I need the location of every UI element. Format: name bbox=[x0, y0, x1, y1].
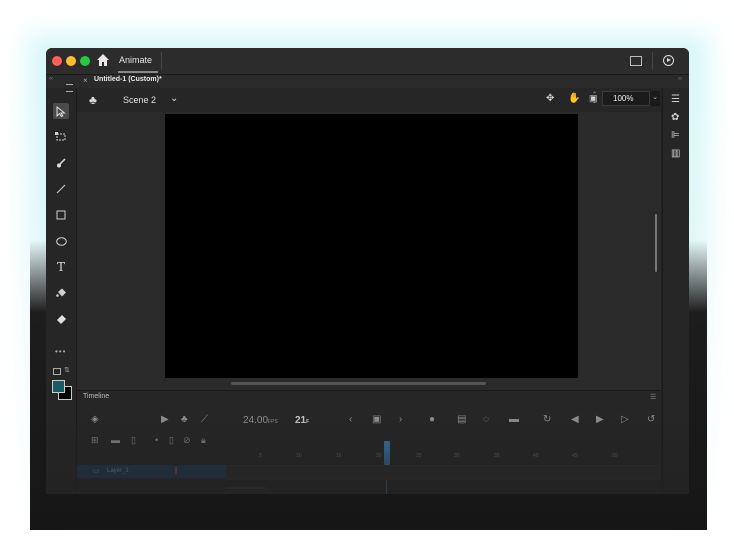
hide-icon[interactable]: ⊘ bbox=[183, 435, 191, 446]
default-colors-icon[interactable] bbox=[53, 368, 61, 375]
more-tools-icon[interactable]: ••• bbox=[55, 347, 66, 356]
oval-icon[interactable] bbox=[53, 233, 69, 249]
stage-canvas[interactable] bbox=[165, 114, 578, 378]
timeline-menu-icon[interactable]: ☰ bbox=[650, 393, 656, 401]
title-bar: Animate bbox=[46, 48, 689, 75]
layer-frames[interactable] bbox=[226, 465, 661, 480]
folder-icon[interactable]: ▬ bbox=[111, 435, 120, 445]
free-transform-icon[interactable] bbox=[53, 129, 69, 145]
ruler-tick: 30 bbox=[454, 453, 460, 459]
layer-row[interactable]: ▭ Layer_1 bbox=[77, 465, 226, 478]
scene-dropdown-icon[interactable]: ⌄ bbox=[170, 93, 178, 104]
camera-icon[interactable]: ▶ bbox=[161, 414, 169, 425]
layer-name[interactable]: Layer_1 bbox=[107, 468, 129, 474]
current-frame-readout[interactable]: 21F bbox=[295, 415, 309, 426]
collapse-right-icon[interactable]: ›› bbox=[678, 76, 682, 82]
eraser-icon[interactable] bbox=[53, 311, 69, 327]
edit-multiple-icon[interactable]: ▤ bbox=[457, 414, 466, 425]
prev-frame-icon[interactable]: ‹ bbox=[349, 414, 352, 425]
ruler-tick: 20 bbox=[376, 453, 382, 459]
play-icon[interactable]: ▶ bbox=[596, 414, 604, 425]
layer-pencil-marker bbox=[175, 467, 177, 474]
playhead[interactable] bbox=[384, 441, 390, 465]
frame-ruler[interactable]: 5 10 15 20 25 30 35 40 45 50 bbox=[226, 451, 661, 463]
ruler-tick: 45 bbox=[572, 453, 578, 459]
properties-icon[interactable]: ☰ bbox=[671, 94, 680, 105]
rotation-hand-icon[interactable]: ✋ bbox=[568, 93, 580, 104]
loop-icon[interactable]: ↻ bbox=[543, 414, 551, 425]
timeline-title[interactable]: Timeline bbox=[83, 393, 109, 400]
zoom-stepper-icon[interactable]: ⌃ ⌄ bbox=[592, 92, 597, 106]
next-frame-icon[interactable]: › bbox=[399, 414, 402, 425]
keyframe-icon[interactable]: ▣ bbox=[372, 414, 381, 425]
highlight-icon[interactable]: • bbox=[155, 435, 158, 445]
scene-label[interactable]: Scene 2 bbox=[123, 95, 156, 105]
title-separator-2 bbox=[652, 52, 653, 70]
ruler-tick: 10 bbox=[296, 453, 302, 459]
text-icon[interactable]: T bbox=[53, 259, 69, 275]
step-forward-icon[interactable]: ▷ bbox=[621, 414, 629, 425]
tools-menu-icon[interactable] bbox=[66, 84, 73, 92]
horizontal-scrollbar[interactable] bbox=[231, 382, 486, 385]
tween-icon[interactable]: ◌ bbox=[483, 414, 489, 425]
swap-colors-icon[interactable]: ⇅ bbox=[64, 366, 70, 374]
line-icon[interactable] bbox=[53, 181, 69, 197]
ruler-tick: 5 bbox=[259, 453, 262, 459]
ruler-tick: 35 bbox=[494, 453, 500, 459]
align-icon[interactable]: ⊫ bbox=[671, 130, 680, 141]
home-icon[interactable] bbox=[96, 53, 110, 67]
document-tab[interactable]: Untitled-1 (Custom)* bbox=[94, 76, 162, 83]
layer-parenting-icon[interactable]: ♣ bbox=[181, 414, 188, 425]
fps-readout[interactable]: 24.00FPS bbox=[243, 415, 278, 426]
lock-icon[interactable]: 🔒︎ bbox=[201, 435, 206, 446]
minimize-window-button[interactable] bbox=[66, 56, 76, 66]
brush-icon[interactable] bbox=[53, 155, 69, 171]
zoom-input[interactable]: 100% bbox=[602, 91, 650, 106]
animate-window: Animate ‹‹ × Untitled-1 (Custom)* ›› T •… bbox=[46, 48, 689, 494]
app-title-underline bbox=[118, 71, 158, 73]
layer-icon: ▭ bbox=[93, 468, 100, 475]
vertical-scrollbar[interactable] bbox=[655, 214, 657, 272]
graph-icon[interactable]: ⟋ bbox=[201, 414, 208, 425]
ruler-tick: 50 bbox=[612, 453, 618, 459]
test-movie-icon[interactable] bbox=[663, 55, 674, 66]
paint-bucket-icon[interactable] bbox=[53, 285, 69, 301]
timeline-controls: ◈ ▶ ♣ ⟋ 24.00FPS 21F ‹ ▣ › ● ▤ ◌ ▬ ↻ ◀ ▶… bbox=[77, 405, 661, 433]
rectangle-icon[interactable] bbox=[53, 207, 69, 223]
ruler-tick: 25 bbox=[416, 453, 422, 459]
undo-icon[interactable]: ↺ bbox=[647, 414, 655, 425]
zoom-dropdown-icon[interactable]: ⌄ bbox=[650, 91, 660, 106]
add-layer-icon[interactable]: ⊞ bbox=[91, 435, 99, 446]
ruler-tick: 15 bbox=[336, 453, 342, 459]
zoom-window-button[interactable] bbox=[80, 56, 90, 66]
title-separator bbox=[161, 52, 162, 70]
outline-icon[interactable]: ▯ bbox=[169, 435, 174, 446]
timeline-panel: Timeline ☰ ◈ ▶ ♣ ⟋ 24.00FPS 21F ‹ ▣ › ● … bbox=[77, 390, 661, 494]
layer-controls: ⊞ ▬ ▯ • ▯ ⊘ 🔒︎ bbox=[77, 435, 661, 451]
delete-layer-icon[interactable]: ▯ bbox=[131, 435, 136, 446]
library-icon[interactable]: ▥ bbox=[671, 148, 680, 159]
timeline-scrollbar[interactable] bbox=[226, 487, 266, 489]
edit-bar: ♣ Scene 2 ⌄ ✥ ✋ ▣ ⌃ ⌄ 100% ⌄ bbox=[77, 88, 661, 112]
panel-layout-icon[interactable] bbox=[630, 56, 642, 66]
ruler-tick: 40 bbox=[533, 453, 539, 459]
app-title[interactable]: Animate bbox=[119, 55, 152, 65]
step-back-icon[interactable]: ◀ bbox=[571, 414, 579, 425]
color-icon[interactable]: ✿ bbox=[671, 112, 679, 123]
onion-skin-icon[interactable]: ● bbox=[429, 414, 435, 425]
selection-tool-icon[interactable] bbox=[53, 103, 69, 119]
close-tab-icon[interactable]: × bbox=[83, 76, 88, 85]
tools-panel: T ••• ⇅ bbox=[46, 84, 77, 494]
close-window-button[interactable] bbox=[52, 56, 62, 66]
right-panel-strip: ☰ ✿ ⊫ ▥ bbox=[662, 88, 689, 494]
layers-icon[interactable]: ◈ bbox=[91, 414, 99, 425]
fill-color-swatch[interactable] bbox=[52, 380, 65, 393]
center-stage-icon[interactable]: ✥ bbox=[546, 93, 554, 104]
collapse-left-icon[interactable]: ‹‹ bbox=[49, 76, 53, 82]
scene-icon: ♣ bbox=[89, 93, 97, 107]
document-tab-row: ‹‹ × Untitled-1 (Custom)* ›› bbox=[46, 75, 689, 88]
insert-frame-icon[interactable]: ▬ bbox=[509, 414, 519, 425]
